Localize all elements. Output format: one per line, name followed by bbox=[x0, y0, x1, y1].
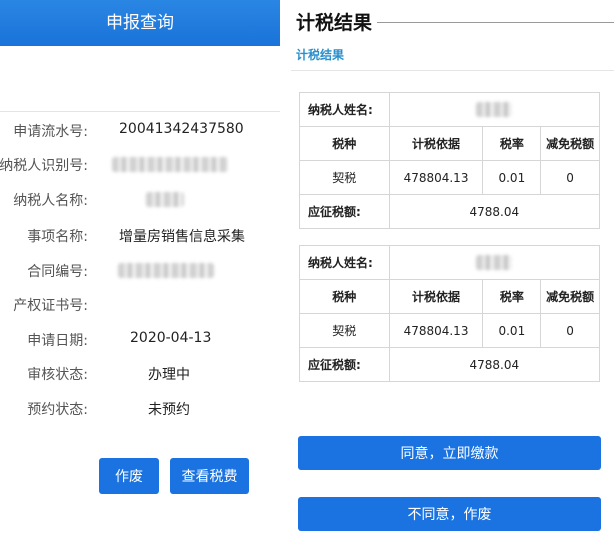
field-label: 申请流水号: bbox=[13, 124, 88, 140]
payable-value: 4788.04 bbox=[388, 347, 601, 382]
redacted-value bbox=[476, 102, 513, 117]
col-header-tax-type: 税种 bbox=[299, 279, 390, 314]
void-button[interactable]: 作废 bbox=[99, 458, 159, 494]
payable-label: 应征税额: bbox=[299, 194, 390, 229]
col-header-tax-type: 税种 bbox=[299, 126, 390, 161]
field-value: 20041342437580 bbox=[119, 121, 244, 137]
taxpayer-name-value bbox=[388, 92, 601, 127]
view-tax-button[interactable]: 查看税费 bbox=[170, 458, 249, 494]
cell-tax-relief: 0 bbox=[540, 160, 600, 195]
cell-tax-rate: 0.01 bbox=[482, 160, 542, 195]
col-header-tax-relief: 减免税额 bbox=[540, 126, 600, 161]
field-label: 合同编号: bbox=[27, 264, 88, 280]
cell-tax-rate: 0.01 bbox=[482, 313, 542, 348]
col-header-tax-rate: 税率 bbox=[482, 279, 542, 314]
payable-value: 4788.04 bbox=[388, 194, 601, 229]
page-header: 申报查询 bbox=[0, 0, 280, 46]
field-label: 预约状态: bbox=[27, 402, 88, 418]
redacted-value bbox=[112, 157, 228, 172]
field-taxpayer-name: 纳税人名称: bbox=[0, 190, 280, 210]
field-contract-number: 合同编号: bbox=[0, 261, 280, 281]
field-label: 产权证书号: bbox=[13, 298, 88, 314]
field-label: 事项名称: bbox=[27, 229, 88, 245]
field-value: 增量房销售信息采集 bbox=[119, 229, 245, 245]
field-application-serial: 申请流水号: 20041342437580 bbox=[0, 121, 280, 141]
redacted-value bbox=[118, 263, 214, 278]
field-value: 2020-04-13 bbox=[130, 330, 212, 346]
field-property-cert: 产权证书号: bbox=[0, 295, 280, 315]
tax-table-1: 纳税人姓名: 税种 计税依据 税率 减免税额 契税 478804.13 0.01… bbox=[299, 92, 601, 229]
cell-tax-relief: 0 bbox=[540, 313, 600, 348]
field-label: 审核状态: bbox=[27, 367, 88, 383]
taxpayer-name-label: 纳税人姓名: bbox=[299, 92, 390, 127]
cell-tax-basis: 478804.13 bbox=[388, 160, 484, 195]
disagree-void-button[interactable]: 不同意，作废 bbox=[298, 497, 601, 531]
title-rule bbox=[377, 22, 614, 23]
field-application-date: 申请日期: 2020-04-13 bbox=[0, 330, 280, 350]
tax-result-panel: 计税结果 计税结果 纳税人姓名: 税种 计税依据 税率 减免税额 契税 4788… bbox=[291, 0, 614, 538]
payable-label: 应征税额: bbox=[299, 347, 390, 382]
field-label: 纳税人名称: bbox=[13, 193, 88, 209]
redacted-value bbox=[146, 192, 184, 207]
cell-tax-type: 契税 bbox=[299, 160, 390, 195]
cell-tax-basis: 478804.13 bbox=[388, 313, 484, 348]
field-review-status: 审核状态: 办理中 bbox=[0, 364, 280, 384]
redacted-value bbox=[476, 255, 513, 270]
field-taxpayer-id: 纳税人识别号: bbox=[0, 155, 280, 175]
field-item-name: 事项名称: 增量房销售信息采集 bbox=[0, 226, 280, 246]
subtitle-divider bbox=[291, 70, 614, 71]
field-value: 办理中 bbox=[148, 367, 190, 383]
col-header-tax-relief: 减免税额 bbox=[540, 279, 600, 314]
taxpayer-name-label: 纳税人姓名: bbox=[299, 245, 390, 280]
taxpayer-name-value bbox=[388, 245, 601, 280]
cell-tax-type: 契税 bbox=[299, 313, 390, 348]
field-value: 未预约 bbox=[148, 402, 190, 418]
col-header-tax-basis: 计税依据 bbox=[388, 126, 484, 161]
col-header-tax-rate: 税率 bbox=[482, 126, 542, 161]
field-appointment-status: 预约状态: 未预约 bbox=[0, 399, 280, 419]
declaration-query-panel: 申报查询 申请流水号: 20041342437580 纳税人识别号: 纳税人名称… bbox=[0, 0, 280, 538]
header-divider bbox=[0, 111, 280, 112]
section-subtitle: 计税结果 bbox=[296, 48, 345, 62]
col-header-tax-basis: 计税依据 bbox=[388, 279, 484, 314]
field-label: 申请日期: bbox=[27, 333, 88, 349]
page-title: 计税结果 bbox=[296, 12, 373, 34]
tax-table-2: 纳税人姓名: 税种 计税依据 税率 减免税额 契税 478804.13 0.01… bbox=[299, 245, 601, 382]
field-label: 纳税人识别号: bbox=[0, 158, 88, 174]
agree-pay-button[interactable]: 同意，立即缴款 bbox=[298, 436, 601, 470]
